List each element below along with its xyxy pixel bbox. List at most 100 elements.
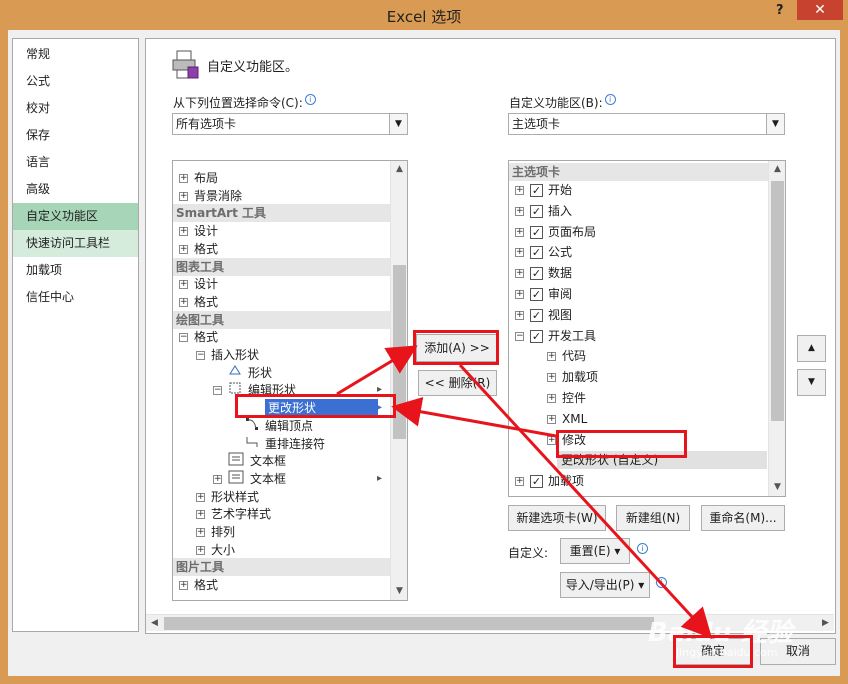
expand-icon[interactable]: + (179, 581, 188, 591)
collapse-icon[interactable]: − (515, 331, 524, 341)
expand-icon[interactable]: + (515, 227, 524, 237)
expand-icon[interactable]: + (213, 474, 222, 484)
ribbon-tree-item[interactable]: + ✓ 审阅 (515, 285, 572, 303)
nav-item[interactable]: 保存 (13, 122, 138, 149)
hscroll-thumb[interactable] (164, 617, 654, 630)
tree-item[interactable]: + 大小 (196, 541, 235, 559)
ribbon-tree-item[interactable]: + 加载项 (547, 368, 598, 386)
scroll-up-icon[interactable]: ▲ (769, 161, 785, 178)
expand-icon[interactable]: + (196, 528, 205, 537)
scroll-right-icon[interactable]: ▶ (817, 615, 834, 632)
expand-icon[interactable]: + (179, 244, 188, 254)
close-button[interactable]: ✕ (797, 0, 843, 20)
expand-icon[interactable]: + (179, 174, 188, 183)
expand-icon[interactable]: + (547, 352, 556, 362)
expand-icon[interactable]: + (179, 191, 188, 201)
expand-icon[interactable]: + (196, 492, 205, 502)
tree-item[interactable]: + 文本框 ▸ (213, 470, 382, 488)
commands-scrollbar[interactable]: ▲ ▼ (390, 161, 407, 600)
nav-item[interactable]: 信任中心 (13, 284, 138, 311)
import-export-dropdown-button[interactable]: 导入/导出(P) ▾ (560, 572, 650, 598)
tree-item[interactable]: + 设计 (179, 275, 218, 293)
ribbon-tree-item[interactable]: + ✓ 页面布局 (515, 223, 596, 241)
checkbox-checked-icon[interactable]: ✓ (530, 329, 543, 343)
new-group-button[interactable]: 新建组(N) (616, 505, 690, 531)
expand-icon[interactable]: + (515, 477, 524, 487)
tree-item[interactable]: 编辑顶点 (230, 417, 313, 435)
collapse-icon[interactable]: − (179, 333, 188, 343)
nav-item[interactable]: 加载项 (13, 257, 138, 284)
tree-item[interactable]: 重排连接符 (230, 435, 325, 453)
ribbon-tree-item[interactable]: +✓POWER VIEW (515, 493, 627, 497)
checkbox-checked-icon[interactable]: ✓ (530, 288, 543, 301)
move-down-button[interactable]: ▼ (797, 369, 826, 396)
expand-icon[interactable]: + (179, 297, 188, 307)
commands-list[interactable]: + 格式 图片工具 + 大小 + 排列 + 艺术字样式 + 形状样式 + 文本框 ▸ 文本框 重排连接符 编辑顶… (172, 160, 408, 601)
expand-icon[interactable]: + (515, 206, 524, 216)
ribbon-tree-item[interactable]: + 代码 (547, 347, 586, 365)
checkbox-checked-icon[interactable]: ✓ (530, 496, 543, 497)
scroll-down-icon[interactable]: ▼ (391, 583, 407, 600)
expand-icon[interactable]: + (515, 310, 524, 320)
tree-item[interactable]: + 格式 (179, 240, 218, 258)
ribbon-scrollbar[interactable]: ▲ ▼ (768, 161, 785, 496)
collapse-icon[interactable]: − (196, 351, 205, 360)
checkbox-checked-icon[interactable]: ✓ (530, 184, 543, 197)
scroll-thumb[interactable] (771, 181, 784, 421)
expand-icon[interactable]: + (515, 186, 524, 195)
help-icon[interactable]: ? (776, 3, 784, 18)
checkbox-checked-icon[interactable]: ✓ (530, 246, 543, 260)
expand-icon[interactable]: + (515, 269, 524, 279)
expand-icon[interactable]: + (547, 394, 556, 403)
collapse-icon[interactable]: − (213, 386, 222, 396)
chevron-down-icon[interactable]: ▼ (766, 114, 784, 134)
tree-item[interactable]: 形状 (213, 364, 272, 382)
tree-item[interactable]: + 背景消除 (179, 187, 242, 205)
ribbon-tree-item[interactable]: + ✓ 数据 (515, 264, 572, 282)
scroll-left-icon[interactable]: ◀ (146, 615, 163, 632)
rename-button[interactable]: 重命名(M)... (701, 505, 785, 531)
tree-item[interactable]: 文本框 (213, 452, 286, 470)
ribbon-tree-item[interactable]: + 控件 (547, 389, 586, 407)
expand-icon[interactable]: + (179, 280, 188, 290)
tree-item[interactable]: − 格式 (179, 328, 218, 346)
tree-item[interactable]: + 排列 (196, 523, 235, 541)
ribbon-target-select[interactable]: 主选项卡 ▼ (508, 113, 785, 135)
expand-icon[interactable]: + (196, 545, 205, 555)
command-source-select[interactable]: 所有选项卡 ▼ (172, 113, 408, 135)
nav-item[interactable]: 自定义功能区 (13, 203, 138, 230)
scroll-up-icon[interactable]: ▲ (391, 161, 407, 178)
expand-icon[interactable]: + (547, 373, 556, 383)
ribbon-tree-item[interactable]: + ✓ 视图 (515, 306, 572, 324)
tree-item[interactable]: + 格式 (179, 293, 218, 311)
tree-item[interactable]: + 布局 (179, 169, 218, 187)
checkbox-checked-icon[interactable]: ✓ (530, 308, 543, 322)
remove-button[interactable]: << 删除(R) (418, 370, 497, 396)
expand-icon[interactable]: + (515, 290, 524, 299)
ribbon-tree-item[interactable]: + XML (547, 410, 587, 428)
checkbox-checked-icon[interactable]: ✓ (530, 267, 543, 281)
expand-icon[interactable]: + (196, 510, 205, 520)
nav-item[interactable]: 快速访问工具栏 (13, 230, 138, 257)
tree-item[interactable]: + 格式 (179, 576, 218, 594)
ribbon-tree-item[interactable]: + ✓ 公式 (515, 243, 572, 261)
expand-icon[interactable]: + (547, 435, 556, 445)
checkbox-checked-icon[interactable]: ✓ (530, 475, 543, 489)
ribbon-tree-item[interactable]: + ✓ 加载项 (515, 472, 584, 490)
reset-dropdown-button[interactable]: 重置(E) ▾ (560, 538, 630, 564)
tree-item[interactable]: + 艺术字样式 (196, 505, 271, 523)
ribbon-tree-item[interactable]: − ✓ 开发工具 (515, 327, 596, 345)
expand-icon[interactable]: + (547, 414, 556, 424)
nav-item[interactable]: 校对 (13, 95, 138, 122)
nav-item[interactable]: 公式 (13, 68, 138, 95)
nav-item[interactable]: 高级 (13, 176, 138, 203)
checkbox-checked-icon[interactable]: ✓ (530, 225, 543, 239)
chevron-down-icon[interactable]: ▼ (389, 114, 407, 134)
tree-item[interactable]: + 形状样式 (196, 488, 259, 506)
scroll-down-icon[interactable]: ▼ (769, 479, 785, 496)
nav-item[interactable]: 常规 (13, 41, 138, 68)
ribbon-tree-item[interactable]: + ✓ 开始 (515, 181, 572, 199)
tree-item[interactable]: + 设计 (179, 222, 218, 240)
expand-icon[interactable]: + (179, 227, 188, 237)
move-up-button[interactable]: ▲ (797, 335, 826, 362)
